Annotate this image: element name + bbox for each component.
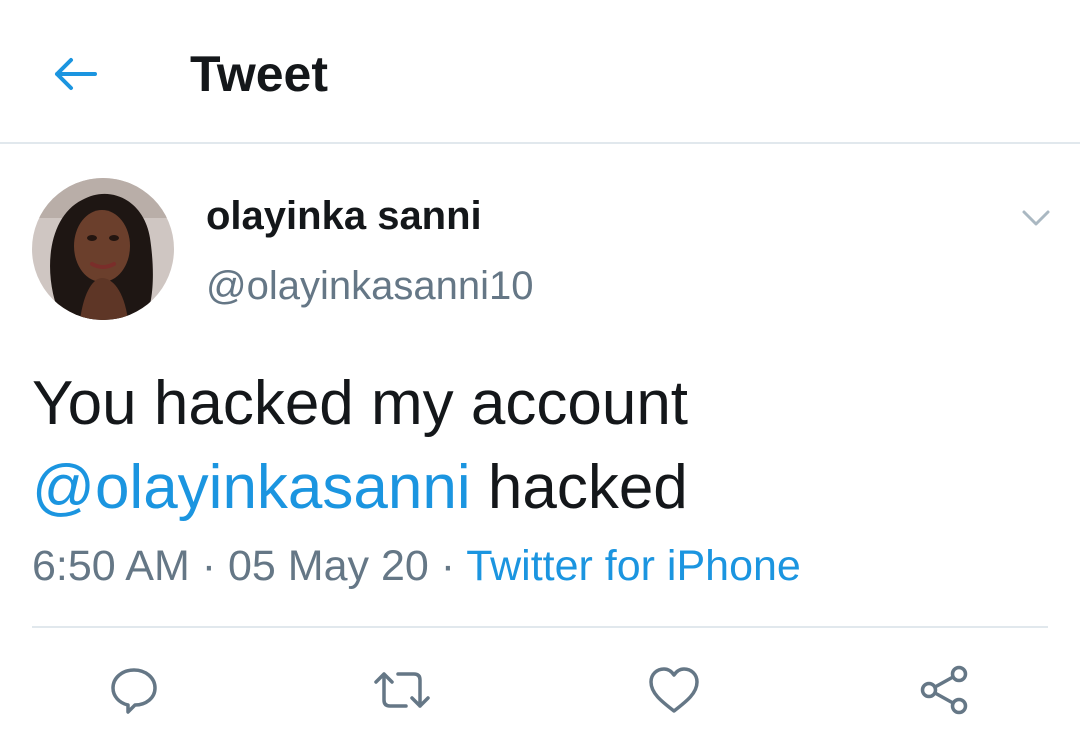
- author-handle[interactable]: @olayinkasanni10: [206, 260, 533, 312]
- retweet-icon: [370, 664, 434, 716]
- like-icon: [647, 665, 701, 715]
- tweet-text-plain: You hacked my account: [32, 369, 689, 438]
- meta-separator: ·: [428, 542, 467, 590]
- tweet-date: 05 May 20: [227, 542, 429, 590]
- mention-link[interactable]: @olayinkasanni: [32, 453, 471, 522]
- back-button[interactable]: [44, 44, 104, 104]
- page-title: Tweet: [190, 46, 328, 102]
- tweet-text: You hacked my account @olayinkasanni hac…: [32, 362, 1042, 530]
- tweet-source-link[interactable]: Twitter for iPhone: [466, 542, 801, 590]
- share-button[interactable]: [914, 660, 974, 720]
- retweet-button[interactable]: [372, 660, 432, 720]
- avatar[interactable]: [32, 178, 174, 320]
- divider: [32, 626, 1048, 628]
- top-bar: Tweet: [0, 0, 1080, 144]
- share-icon: [917, 663, 971, 717]
- reply-icon: [108, 664, 160, 716]
- more-options-button[interactable]: [1014, 198, 1058, 238]
- chevron-down-icon: [1021, 209, 1051, 227]
- author-name[interactable]: olayinka sanni: [206, 190, 482, 242]
- like-button[interactable]: [644, 660, 704, 720]
- reply-button[interactable]: [104, 660, 164, 720]
- arrow-left-icon: [51, 56, 97, 92]
- meta-separator: ·: [189, 542, 228, 590]
- tweet-text-after-mention: hacked: [470, 453, 688, 522]
- tweet-meta: 6:50 AM · 05 May 20 · Twitter for iPhone: [32, 536, 801, 596]
- tweet-time: 6:50 AM: [32, 542, 190, 590]
